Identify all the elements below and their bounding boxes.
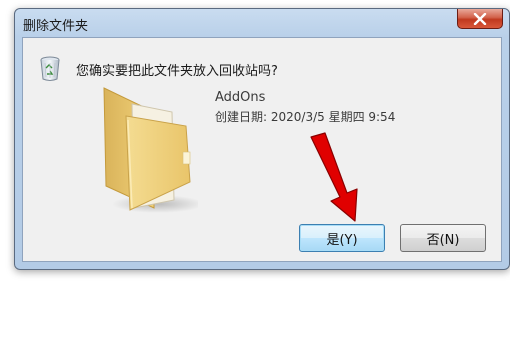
dialog-body: 您确实要把此文件夹放入回收站吗? AddOns 创建日期: 2020/3/5 星…: [22, 37, 502, 262]
dialog-title: 删除文件夹: [23, 19, 89, 34]
close-icon: [473, 12, 487, 25]
yes-button[interactable]: 是(Y): [299, 224, 385, 252]
close-button[interactable]: [457, 9, 503, 29]
red-arrow-icon: [310, 132, 358, 222]
no-button[interactable]: 否(N): [400, 224, 486, 252]
confirm-question: 您确实要把此文件夹放入回收站吗?: [76, 64, 278, 79]
title-bar[interactable]: 删除文件夹: [15, 9, 509, 37]
file-name: AddOns: [215, 90, 266, 105]
file-created-date: 创建日期: 2020/3/5 星期四 9:54: [215, 110, 396, 124]
folder-icon: [103, 87, 198, 213]
delete-folder-dialog: 删除文件夹 您确实要把此文件夹放入回收站吗? AddOns 创建日期: 2020…: [14, 8, 510, 270]
recycle-bin-icon: [40, 56, 60, 81]
